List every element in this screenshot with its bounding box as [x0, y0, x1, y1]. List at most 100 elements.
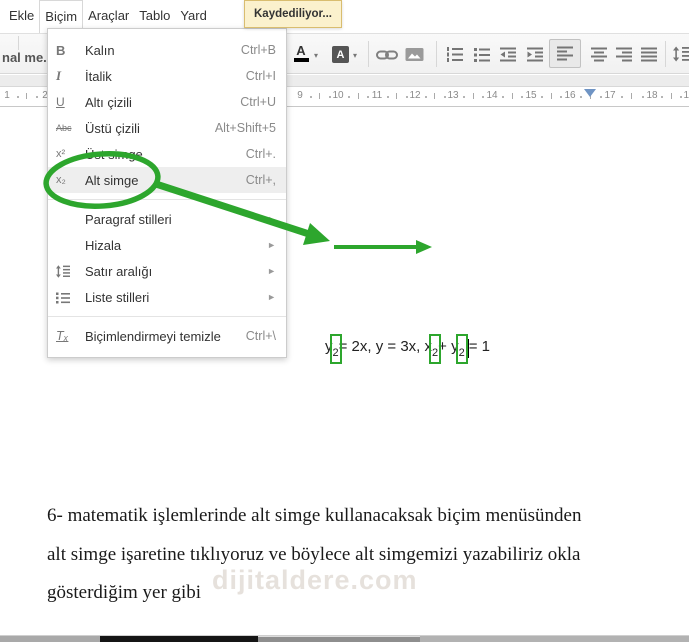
ruler-tick — [357, 93, 359, 99]
line-spacing-icon — [56, 264, 85, 278]
superscript-icon: x² — [56, 148, 66, 160]
menu-item-bold[interactable]: B Kalın Ctrl+B — [48, 37, 286, 63]
strikethrough-icon: Abc — [56, 123, 72, 133]
ruler-tick — [16, 96, 19, 98]
ruler-tick — [631, 93, 632, 99]
ruler-tick — [405, 96, 408, 98]
ruler-tick — [679, 96, 682, 98]
ruler-tick — [600, 96, 602, 98]
menu-item-shortcut: Ctrl+, — [245, 173, 276, 187]
align-center-icon[interactable] — [591, 47, 608, 67]
highlight-letter: A — [336, 48, 345, 61]
equation-line: y2= 2x, y = 3x, x2+ y2 = 1 — [325, 334, 490, 364]
list-styles-icon — [56, 290, 85, 304]
menu-item-subscript[interactable]: x₂ Alt simge Ctrl+, — [48, 167, 286, 193]
menubar-item-ekle[interactable]: Ekle — [4, 0, 39, 33]
numbered-list-icon[interactable] — [446, 47, 463, 67]
menu-item-italic[interactable]: I İtalik Ctrl+I — [48, 63, 286, 89]
ruler-number: 1 — [4, 90, 10, 101]
menu-separator — [48, 316, 286, 317]
italic-icon: I — [56, 68, 62, 83]
clear-formatting-icon: Tₓ — [56, 329, 69, 343]
ruler-number: 16 — [564, 90, 576, 101]
menu-item-align[interactable]: Hizala ► — [48, 232, 286, 258]
menu-item-label: Kalın — [85, 42, 115, 58]
ruler-tick — [560, 96, 563, 98]
ruler-tick — [620, 96, 623, 98]
justify-icon[interactable] — [641, 47, 658, 67]
menu-item-underline[interactable]: U Altı çizili Ctrl+U — [48, 89, 286, 115]
paragraph-line: alt simge işaretine tıklıyoruz ve böylec… — [47, 543, 581, 565]
ruler-tick — [424, 96, 427, 98]
menu-item-list-styles[interactable]: Liste stilleri ► — [48, 284, 286, 310]
submenu-arrow-icon: ► — [267, 292, 276, 302]
ruler-tick — [670, 93, 672, 99]
ruler-tick — [511, 93, 513, 99]
menu-item-clear-formatting[interactable]: Tₓ Biçimlendirmeyi temizle Ctrl+\ — [48, 323, 286, 349]
decrease-indent-icon[interactable] — [500, 47, 517, 67]
ruler-indent-marker[interactable] — [584, 89, 596, 97]
google-docs-window: EkleBiçimAraçlarTabloYard or... Kaydedil… — [0, 0, 689, 642]
window-edge-segment — [420, 636, 689, 642]
highlight-color-button[interactable]: A — [332, 46, 349, 63]
toolbar-divider — [436, 41, 437, 67]
ruler-number: 15 — [525, 90, 537, 101]
submenu-arrow-icon: ► — [267, 214, 276, 224]
underline-icon: U — [56, 95, 65, 109]
menu-item-paragraph-styles[interactable]: Paragraf stilleri ► — [48, 206, 286, 232]
menu-item-strikethrough[interactable]: Abc Üstü çizili Alt+Shift+5 — [48, 115, 286, 141]
bottom-window-edge — [0, 635, 689, 642]
increase-indent-icon[interactable] — [527, 47, 544, 67]
menu-item-label: Altı çizili — [85, 94, 132, 110]
paragraph-line: gösterdiğim yer gibi — [47, 582, 202, 603]
highlight-caret-icon[interactable]: ▾ — [353, 51, 357, 60]
ruler-number: 13 — [447, 90, 459, 101]
equation-text: = 2x, y = 3x, x — [338, 338, 433, 355]
menu-item-shortcut: Ctrl+B — [240, 43, 276, 57]
menu-item-label: Liste stilleri — [85, 289, 150, 305]
window-edge-segment — [100, 636, 258, 642]
insert-image-icon[interactable] — [405, 47, 424, 67]
insert-link-icon[interactable] — [376, 47, 398, 68]
ruler-tick — [26, 93, 27, 99]
menu-item-line-spacing[interactable]: Satır aralığı ► — [48, 258, 286, 284]
menu-item-shortcut: Alt+Shift+5 — [214, 121, 276, 135]
menu-item-shortcut: Ctrl+I — [245, 69, 276, 83]
ruler-tick — [550, 93, 552, 99]
equation-subscript: 2 — [329, 334, 342, 364]
menu-item-label: İtalik — [85, 68, 112, 84]
toolbar-divider — [368, 41, 369, 67]
ruler-tick — [462, 96, 465, 98]
line-spacing-icon[interactable] — [673, 46, 689, 67]
ruler-tick — [319, 93, 320, 99]
ruler-tick — [443, 96, 446, 98]
equation-text: = 1 — [468, 338, 490, 355]
text-color-button[interactable]: A — [292, 43, 310, 62]
window-edge-segment — [0, 636, 100, 642]
ruler-tick — [347, 96, 350, 98]
text-color-swatch — [293, 58, 309, 62]
ruler-number: 17 — [604, 90, 616, 101]
menu-item-label: Üstü çizili — [85, 120, 140, 136]
text-color-caret-icon[interactable]: ▾ — [314, 51, 318, 60]
ruler-tick — [386, 96, 389, 98]
ruler-number: 10 — [332, 90, 344, 101]
align-right-icon[interactable] — [616, 47, 633, 67]
ruler-tick — [501, 96, 504, 98]
toolbar-divider — [665, 41, 666, 67]
menu-item-label: Paragraf stilleri — [85, 211, 172, 227]
menu-item-superscript[interactable]: x² Üst simge Ctrl+. — [48, 141, 286, 167]
equation-subscript: 2 — [428, 334, 442, 364]
ruler-number: 18 — [646, 90, 658, 101]
ruler-tick — [641, 96, 644, 98]
ruler-tick — [472, 93, 474, 99]
text-color-letter: A — [296, 43, 306, 58]
submenu-arrow-icon: ► — [267, 266, 276, 276]
ruler-tick — [35, 96, 38, 98]
ruler-tick — [367, 96, 370, 98]
align-left-button-selected[interactable] — [549, 39, 581, 68]
subscript-icon: x₂ — [56, 174, 66, 186]
bulleted-list-icon[interactable] — [473, 47, 490, 67]
instruction-paragraph: 6- matematik işlemlerinde alt simge kull… — [47, 497, 582, 613]
ruler-tick — [521, 96, 524, 98]
